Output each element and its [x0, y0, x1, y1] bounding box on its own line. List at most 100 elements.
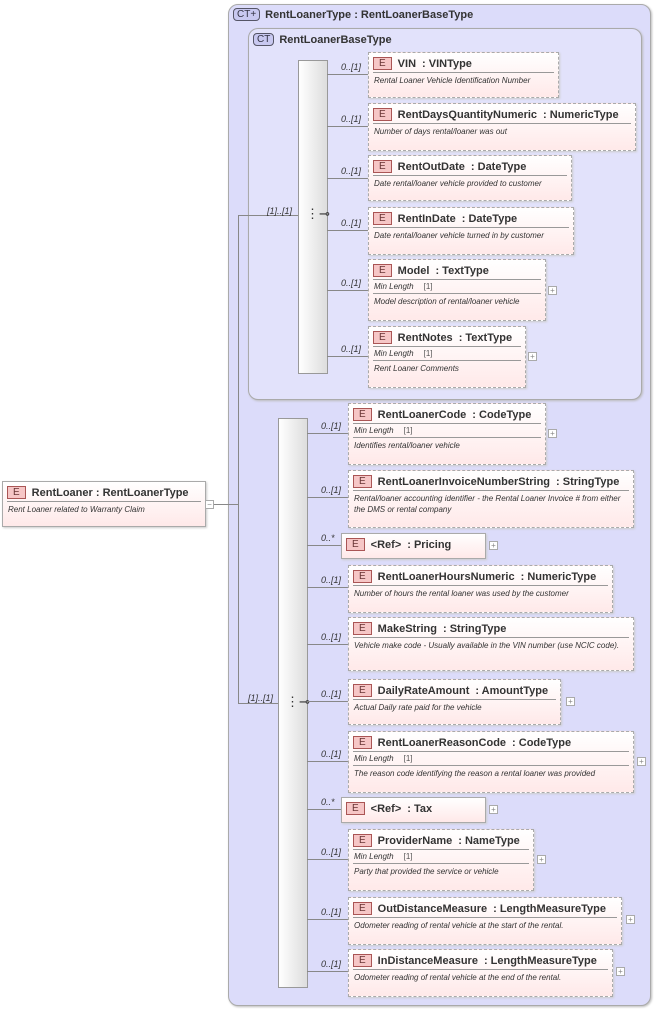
min-length-facet: Min Length [1] — [374, 282, 433, 291]
element-name: <Ref> — [370, 538, 402, 551]
element-type: : Tax — [407, 802, 433, 815]
collapse-toggle[interactable]: − — [205, 500, 214, 509]
element-icon: E — [353, 408, 372, 421]
expand-toggle[interactable]: + — [548, 429, 557, 438]
element-name: RentLoanerCode — [377, 408, 467, 421]
element-makestring[interactable]: E MakeString: StringType Vehicle make code… — [348, 617, 634, 671]
element-name: VIN — [397, 57, 417, 70]
min-length-facet: Min Length [1] — [354, 426, 413, 435]
expand-toggle[interactable]: + — [637, 757, 646, 766]
element-icon: E — [353, 736, 372, 749]
element-name: RentOutDate — [397, 160, 465, 173]
element-outdistancemeasure[interactable]: E OutDistanceMeasure: LengthMeasureType Od… — [348, 897, 622, 945]
min-length-facet: Min Length [1] — [374, 349, 433, 358]
multiplicity: 0..[1] — [321, 421, 342, 431]
root-element-name: RentLoaner : RentLoanerType — [31, 486, 189, 499]
element-rentnotes[interactable]: E RentNotes: TextType Min Length [1] Rent Lo… — [368, 326, 526, 388]
element-icon: E — [353, 622, 372, 635]
expand-toggle[interactable]: + — [528, 352, 537, 361]
inner-ct-title: RentLoanerBaseType — [279, 33, 392, 46]
expand-toggle[interactable]: + — [548, 286, 557, 295]
multiplicity: 0..[1] — [321, 959, 342, 969]
element-rentindate[interactable]: E RentInDate: DateType Date rental/loaner … — [368, 207, 574, 255]
element-doc: Rental/loaner accounting identifier - th… — [354, 494, 621, 514]
element-icon: E — [353, 475, 372, 488]
expand-toggle[interactable]: + — [537, 855, 546, 864]
element-icon: E — [346, 802, 365, 815]
element-type: : StringType — [442, 622, 507, 635]
sequence-icon: ⋮⊸ — [286, 694, 310, 709]
element-name: RentLoanerReasonCode — [377, 736, 507, 749]
element-rentloanerhoursnumeric[interactable]: E RentLoanerHoursNumeric: NumericType Numb… — [348, 565, 613, 613]
sequence-2-multiplicity: [1]..[1] — [248, 693, 274, 703]
element-name: RentNotes — [397, 331, 453, 344]
multiplicity: 0..[1] — [341, 278, 362, 288]
element-doc: Vehicle make code - Usually available in… — [354, 641, 620, 650]
element-model[interactable]: E Model : TextType Min Length [1] Model descr… — [368, 259, 546, 321]
element-rentdaysquantitynumeric[interactable]: E RentDaysQuantityNumeric: NumericType Num… — [368, 103, 636, 151]
element-ref-pricing[interactable]: E <Ref>: Pricing — [341, 533, 486, 559]
element-type: : DateType — [470, 160, 527, 173]
element-type: : VINType — [422, 57, 472, 70]
element-rentoutdate[interactable]: E RentOutDate: DateType Date rental/loaner… — [368, 155, 572, 201]
sequence-icon: ⋮⊸ — [306, 206, 330, 221]
element-doc: Number of hours the rental loaner was us… — [354, 589, 569, 598]
element-vin[interactable]: E VIN : VINType Rental Loaner Vehicle Ident… — [368, 52, 559, 98]
element-name: <Ref> — [370, 802, 402, 815]
multiplicity: 0..[1] — [341, 62, 362, 72]
element-icon: E — [373, 57, 392, 70]
element-rentloanerinvoicenumberstring[interactable]: E RentLoanerInvoiceNumberString: StringTy… — [348, 470, 634, 528]
outer-ct-header: CT+ RentLoanerType : RentLoanerBaseType — [233, 8, 473, 21]
inner-ct-header: CT RentLoanerBaseType — [253, 33, 392, 46]
element-rentloanercode[interactable]: E RentLoanerCode: CodeType Min Length [1] Id… — [348, 403, 546, 465]
element-ref-tax[interactable]: E <Ref> : Tax — [341, 797, 486, 823]
element-providername[interactable]: E ProviderName: NameType Min Length [1] Part… — [348, 829, 534, 891]
element-icon: E — [7, 486, 26, 499]
element-type: : CodeType — [512, 736, 572, 749]
root-element-rentloaner[interactable]: E RentLoaner : RentLoanerType Rent Loaner… — [2, 481, 206, 527]
element-doc: The reason code identifying the reason a… — [354, 769, 596, 778]
expand-toggle[interactable]: + — [489, 805, 498, 814]
multiplicity: 0..[1] — [341, 218, 362, 228]
element-icon: E — [373, 212, 392, 225]
element-rentloanerreasoncode[interactable]: E RentLoanerReasonCode : CodeType Min Lengt… — [348, 731, 634, 793]
multiplicity: 0..[1] — [321, 749, 342, 759]
multiplicity: 0..* — [321, 533, 335, 543]
outer-ct-title: RentLoanerType : RentLoanerBaseType — [265, 8, 474, 21]
element-type: : AmountType — [475, 684, 549, 697]
element-icon: E — [353, 684, 372, 697]
element-type: : NumericType — [543, 108, 619, 121]
element-doc: Number of days rental/loaner was out — [374, 127, 507, 136]
multiplicity: 0..[1] — [321, 632, 342, 642]
element-indistancemeasure[interactable]: E InDistanceMeasure: LengthMeasureType Odo… — [348, 949, 613, 997]
multiplicity: 0..[1] — [321, 907, 342, 917]
complex-type-plus-icon: CT+ — [233, 8, 261, 21]
element-name: RentLoanerHoursNumeric — [377, 570, 515, 583]
element-icon: E — [353, 954, 372, 967]
element-doc: Rental Loaner Vehicle Identification Num… — [374, 76, 531, 85]
element-dailyrateamount[interactable]: E DailyRateAmount: AmountType Actual Daily… — [348, 679, 561, 725]
multiplicity: 0..[1] — [341, 114, 362, 124]
element-type: : NameType — [458, 834, 520, 847]
element-name: ProviderName — [377, 834, 453, 847]
element-type: : DateType — [461, 212, 518, 225]
element-icon: E — [353, 570, 372, 583]
element-icon: E — [353, 834, 372, 847]
expand-toggle[interactable]: + — [566, 697, 575, 706]
expand-toggle[interactable]: + — [489, 541, 498, 550]
expand-toggle[interactable]: + — [616, 967, 625, 976]
element-type: : TextType — [435, 264, 489, 277]
element-name: RentDaysQuantityNumeric — [397, 108, 538, 121]
element-icon: E — [346, 538, 365, 551]
element-icon: E — [373, 160, 392, 173]
element-doc: Odometer reading of rental vehicle at th… — [354, 921, 564, 930]
element-icon: E — [373, 264, 392, 277]
multiplicity: 0..* — [321, 797, 335, 807]
element-doc: Model description of rental/loaner vehic… — [374, 297, 520, 306]
sequence-1-multiplicity: [1]..[1] — [267, 206, 293, 216]
min-length-facet: Min Length [1] — [354, 754, 413, 763]
element-name: Model — [397, 264, 430, 277]
element-type: : CodeType — [472, 408, 532, 421]
expand-toggle[interactable]: + — [626, 915, 635, 924]
element-name: RentLoanerInvoiceNumberString — [377, 475, 551, 488]
